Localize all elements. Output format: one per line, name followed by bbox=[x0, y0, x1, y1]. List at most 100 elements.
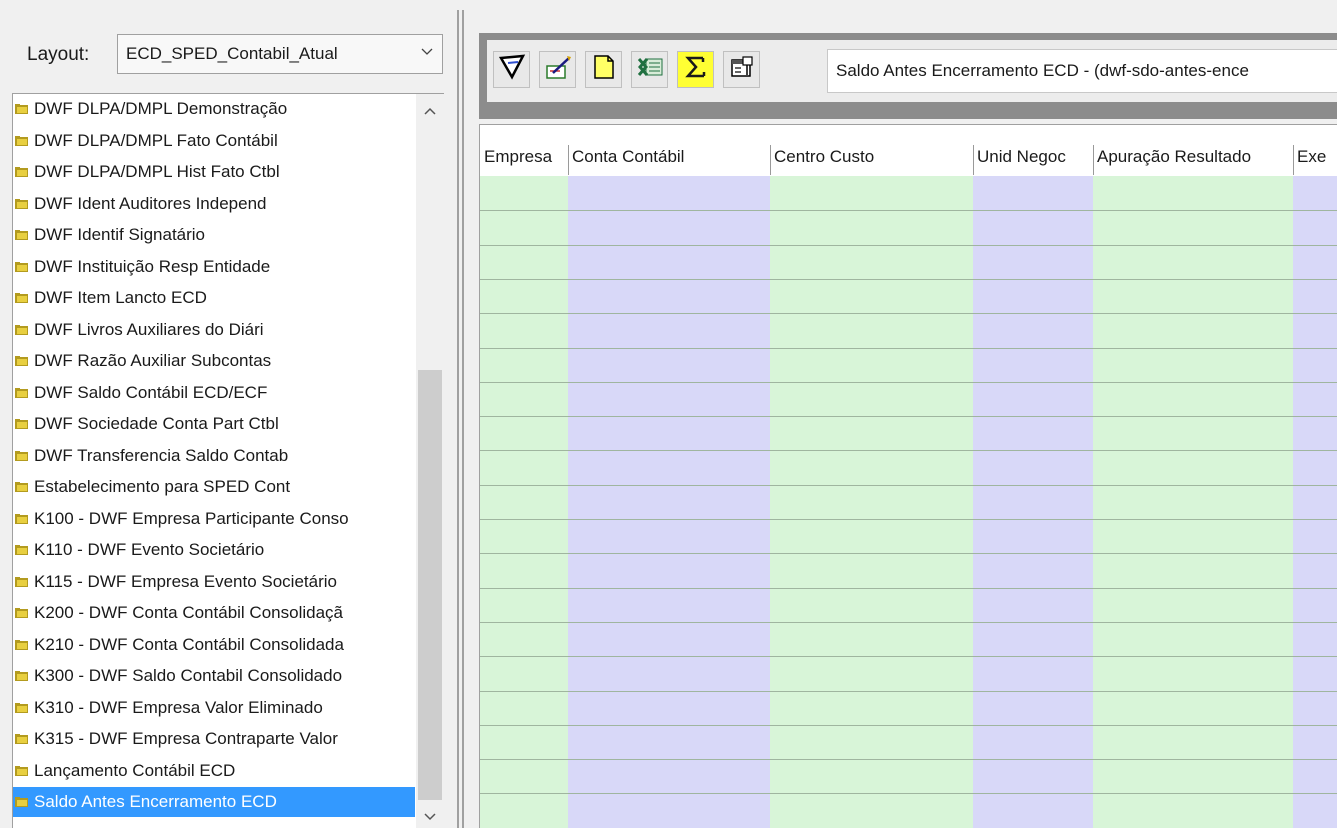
tree-item[interactable]: DWF Livros Auxiliares do Diári bbox=[13, 315, 415, 345]
grid-column-separator[interactable] bbox=[770, 145, 771, 175]
grid-column-background bbox=[480, 176, 568, 828]
grid-column-background bbox=[1093, 176, 1293, 828]
folder-icon bbox=[15, 324, 28, 335]
grid-column-separator[interactable] bbox=[568, 145, 569, 175]
new-document-button[interactable] bbox=[585, 51, 622, 88]
tree-item[interactable]: Lançamento Contábil ECD bbox=[13, 756, 415, 786]
filter-icon bbox=[498, 53, 526, 86]
grid-row-line bbox=[480, 416, 1337, 417]
tree-item[interactable]: DWF Item Lancto ECD bbox=[13, 283, 415, 313]
tree-item-label: Saldo Antes Encerramento ECD bbox=[34, 792, 277, 811]
grid-row-line bbox=[480, 245, 1337, 246]
tree-item[interactable]: DWF Sociedade Conta Part Ctbl bbox=[13, 409, 415, 439]
tree-item[interactable]: DWF Razão Auxiliar Subcontas bbox=[13, 346, 415, 376]
grid-column-header[interactable]: Conta Contábil bbox=[572, 147, 684, 167]
tree-item-label: DWF Saldo Contábil ECD/ECF bbox=[34, 382, 268, 402]
layout-dropdown-value: ECD_SPED_Contabil_Atual bbox=[126, 44, 338, 63]
grid-body bbox=[480, 176, 1337, 828]
folder-icon bbox=[15, 230, 28, 240]
tree-item[interactable]: DWF Saldo Contábil ECD/ECF bbox=[13, 378, 415, 408]
tree-item-label: K310 - DWF Empresa Valor Eliminado bbox=[34, 697, 323, 717]
folder-icon bbox=[15, 450, 28, 461]
grid-row-line bbox=[480, 519, 1337, 520]
grid-row-line bbox=[480, 691, 1337, 692]
excel-export-button[interactable] bbox=[631, 51, 668, 88]
tree-item[interactable]: DWF Instituição Resp Entidade bbox=[13, 252, 415, 282]
grid-column-header[interactable]: Centro Custo bbox=[774, 147, 874, 167]
grid-column-separator[interactable] bbox=[973, 145, 974, 175]
properties-button[interactable] bbox=[723, 51, 760, 88]
folder-icon bbox=[15, 419, 28, 429]
tree-item[interactable]: K200 - DWF Conta Contábil Consolidaçã bbox=[13, 598, 415, 628]
grid-column-separator[interactable] bbox=[1293, 145, 1294, 175]
folder-icon bbox=[15, 639, 28, 650]
grid-row-line bbox=[480, 210, 1337, 211]
new-document-icon bbox=[591, 53, 617, 86]
tree-item-label: DWF Identif Signatário bbox=[34, 225, 206, 244]
tree-scrollbar[interactable] bbox=[416, 94, 444, 828]
grid-column-background bbox=[1293, 176, 1337, 828]
sum-button[interactable] bbox=[677, 51, 714, 88]
sum-icon bbox=[682, 53, 710, 86]
chevron-down-icon bbox=[420, 44, 434, 58]
grid-column-header[interactable]: Empresa bbox=[484, 147, 552, 167]
grid-row-line bbox=[480, 793, 1337, 794]
grid-column-background bbox=[973, 176, 1093, 828]
tree-item[interactable]: Saldo Antes Encerramento ECD bbox=[13, 787, 415, 817]
data-grid[interactable]: Empresa Conta Contábil Centro Custo Unid Ne… bbox=[479, 124, 1337, 828]
tree-item[interactable]: DWF DLPA/DMPL Hist Fato Ctbl bbox=[13, 157, 415, 187]
tree-item[interactable]: K300 - DWF Saldo Contabil Consolidado bbox=[13, 661, 415, 691]
layout-tree-list[interactable]: DWF DLPA/DMPL Demonstração DWF DLPA/DMPL … bbox=[12, 93, 444, 828]
tree-item[interactable]: K115 - DWF Empresa Evento Societário bbox=[13, 567, 415, 597]
tree-item[interactable]: DWF Identif Signatário bbox=[13, 220, 415, 250]
left-panel: Layout: ECD_SPED_Contabil_Atual DWF DLPA… bbox=[0, 0, 455, 828]
folder-icon bbox=[15, 198, 28, 209]
layout-dropdown[interactable]: ECD_SPED_Contabil_Atual bbox=[117, 34, 443, 74]
tree-item-label: DWF Instituição Resp Entidade bbox=[34, 256, 271, 276]
grid-row-line bbox=[480, 656, 1337, 657]
grid-row-line bbox=[480, 588, 1337, 589]
tree-item[interactable]: K110 - DWF Evento Societário bbox=[13, 535, 415, 565]
edit-icon bbox=[544, 53, 572, 86]
tree-item-label: K210 - DWF Conta Contábil Consolidada bbox=[34, 634, 344, 654]
scroll-down-button[interactable] bbox=[416, 805, 444, 828]
grid-column-header[interactable]: Unid Negoc bbox=[977, 147, 1066, 167]
folder-icon bbox=[15, 104, 28, 114]
scroll-thumb[interactable] bbox=[418, 370, 442, 800]
tree-item[interactable]: DWF DLPA/DMPL Fato Contábil bbox=[13, 126, 415, 156]
tree-item[interactable]: K210 - DWF Conta Contábil Consolidada bbox=[13, 630, 415, 660]
folder-icon bbox=[15, 482, 28, 492]
folder-icon bbox=[15, 167, 28, 177]
panel-splitter[interactable] bbox=[455, 10, 467, 828]
tree-item[interactable]: DWF Ident Auditores Independ bbox=[13, 189, 415, 219]
tree-item[interactable]: K315 - DWF Empresa Contraparte Valor bbox=[13, 724, 415, 754]
grid-column-background bbox=[568, 176, 770, 828]
tree-item-label: K200 - DWF Conta Contábil Consolidaçã bbox=[34, 603, 343, 622]
right-panel: Saldo Antes Encerramento ECD - (dwf-sdo-… bbox=[467, 0, 1337, 828]
grid-column-header[interactable]: Apuração Resultado bbox=[1097, 147, 1251, 167]
properties-icon bbox=[729, 54, 755, 85]
scroll-up-button[interactable] bbox=[416, 94, 444, 128]
grid-row-line bbox=[480, 450, 1337, 451]
tree-item[interactable]: K310 - DWF Empresa Valor Eliminado bbox=[13, 693, 415, 723]
tree-item-label: DWF Item Lancto ECD bbox=[34, 288, 207, 307]
grid-row-line bbox=[480, 622, 1337, 623]
toolbar: Saldo Antes Encerramento ECD - (dwf-sdo-… bbox=[479, 33, 1337, 119]
edit-button[interactable] bbox=[539, 51, 576, 88]
tree-item-label: K315 - DWF Empresa Contraparte Valor bbox=[34, 729, 338, 748]
tree-item[interactable]: DWF Transferencia Saldo Contab bbox=[13, 441, 415, 471]
tree-item[interactable]: DWF DLPA/DMPL Demonstração bbox=[13, 94, 415, 124]
tree-item-label: Lançamento Contábil ECD bbox=[34, 760, 236, 780]
tree-item[interactable]: K100 - DWF Empresa Participante Conso bbox=[13, 504, 415, 534]
tree-item[interactable]: Estabelecimento para SPED Cont bbox=[13, 472, 415, 502]
tree-item-label: DWF Livros Auxiliares do Diári bbox=[34, 319, 264, 339]
grid-column-header[interactable]: Exe bbox=[1297, 147, 1326, 167]
filter-button[interactable] bbox=[493, 51, 530, 88]
grid-column-separator[interactable] bbox=[1093, 145, 1094, 175]
folder-icon bbox=[15, 702, 28, 713]
folder-icon bbox=[15, 734, 28, 744]
tree-item-label: K110 - DWF Evento Societário bbox=[34, 540, 265, 559]
tree-item-label: DWF DLPA/DMPL Fato Contábil bbox=[34, 130, 278, 150]
folder-icon bbox=[15, 293, 28, 303]
grid-row-line bbox=[480, 485, 1337, 486]
